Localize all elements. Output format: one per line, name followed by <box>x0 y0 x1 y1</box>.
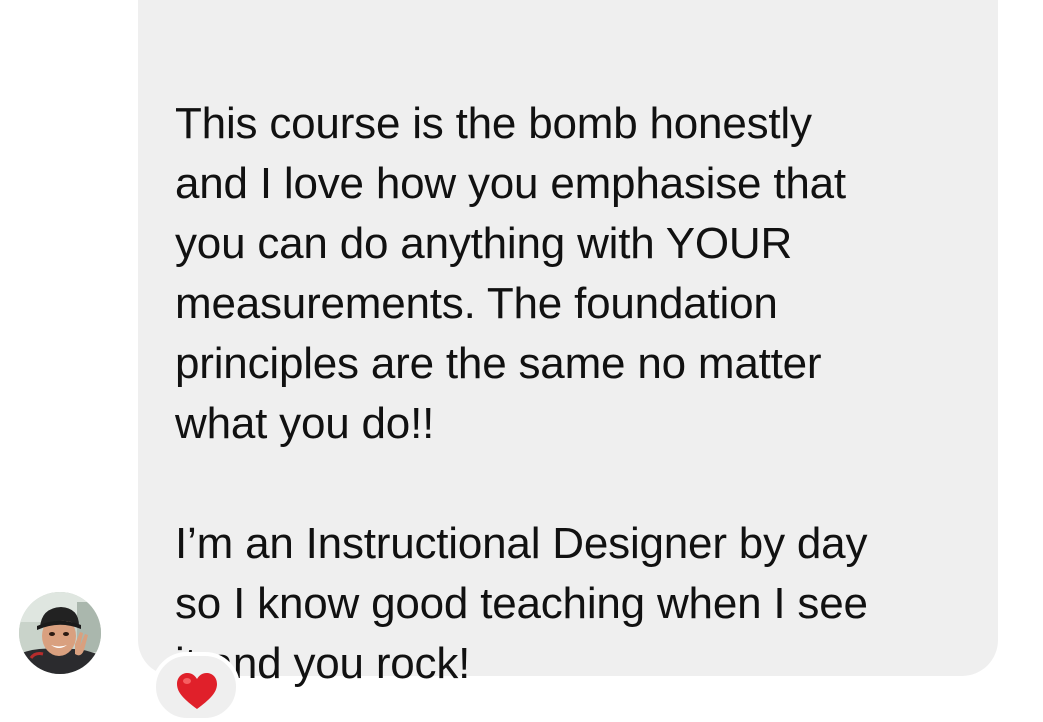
message-text: This course is the bomb honestly and I l… <box>175 34 975 694</box>
message-paragraph: I’m an Instructional Designer by day so … <box>175 519 868 688</box>
avatar[interactable] <box>19 592 101 674</box>
reaction-badge[interactable] <box>152 652 240 722</box>
message-paragraph: This course is the bomb honestly and I l… <box>175 99 846 448</box>
user-photo-avatar-icon <box>19 592 101 674</box>
red-heart-icon <box>177 673 217 709</box>
